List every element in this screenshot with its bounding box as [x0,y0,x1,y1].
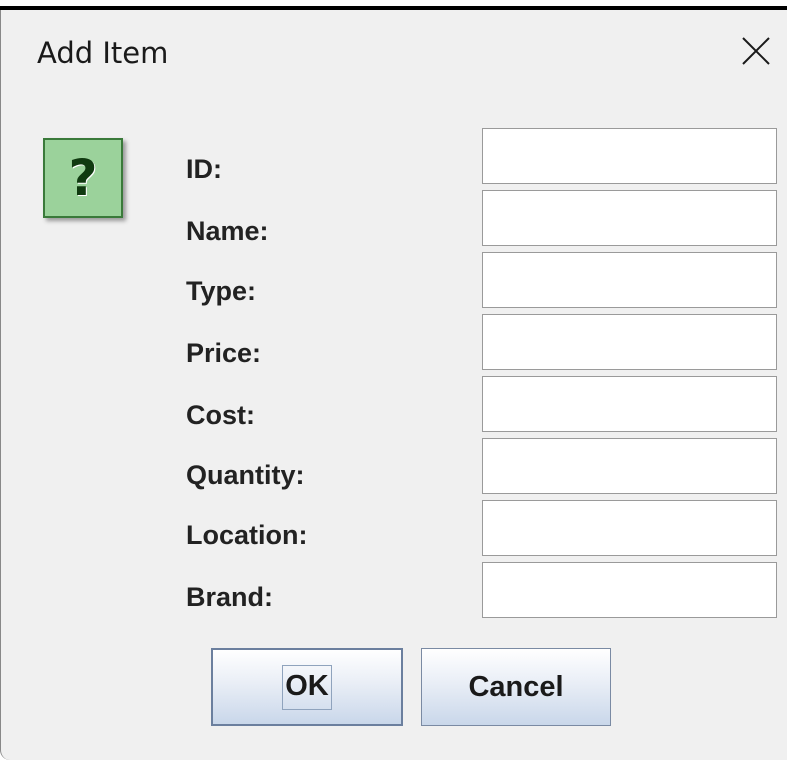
form-row-location: Location: [1,500,787,562]
form-row-price: Price: [1,314,787,376]
form-row-name: Name: [1,190,787,252]
add-item-dialog: Add Item ? ID: Name: Type: Price: Cost: … [0,10,787,760]
form-row-type: Type: [1,252,787,314]
close-icon[interactable] [739,34,773,68]
quantity-label: Quantity: [186,460,305,490]
type-field[interactable] [482,252,777,308]
name-label: Name: [186,216,269,246]
location-field[interactable] [482,500,777,556]
ok-button[interactable]: OK [211,648,403,726]
price-label: Price: [186,338,262,368]
form-row-id: ID: [1,128,787,190]
quantity-field[interactable] [482,438,777,494]
brand-label: Brand: [186,582,273,612]
price-field[interactable] [482,314,777,370]
title-bar[interactable]: Add Item [1,10,787,96]
location-label: Location: [186,520,308,550]
cost-field[interactable] [482,376,777,432]
name-field[interactable] [482,190,777,246]
form-row-quantity: Quantity: [1,438,787,500]
type-label: Type: [186,276,257,306]
cost-label: Cost: [186,400,255,430]
ok-button-label: OK [282,664,332,710]
cancel-button[interactable]: Cancel [421,648,611,726]
form-row-brand: Brand: [1,562,787,624]
id-field[interactable] [482,128,777,184]
cancel-button-label: Cancel [468,670,564,703]
form-row-cost: Cost: [1,376,787,438]
brand-field[interactable] [482,562,777,618]
id-label: ID: [186,154,222,184]
dialog-title: Add Item [37,36,169,70]
